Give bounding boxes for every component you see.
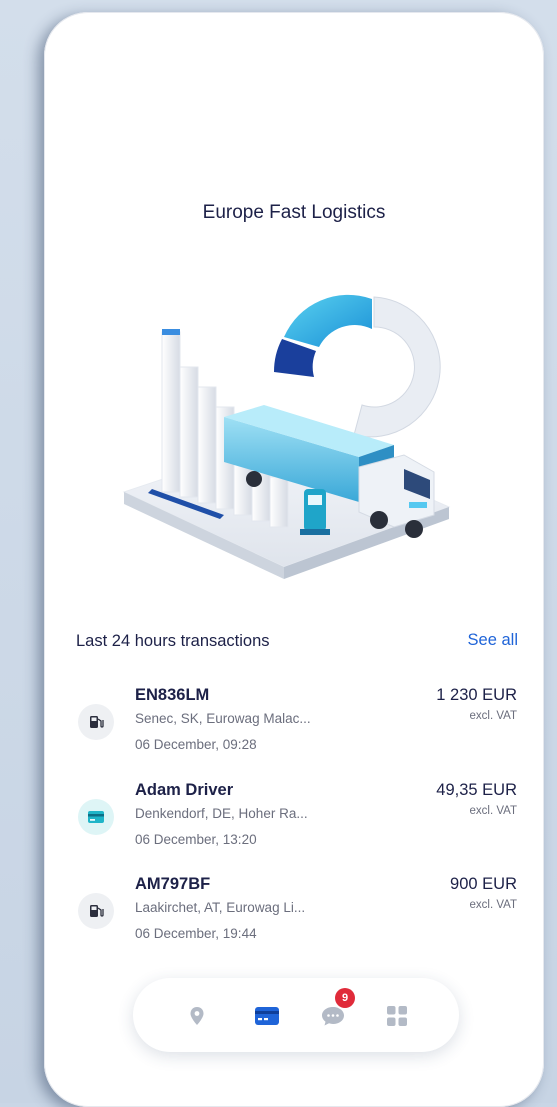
transaction-amount: 1 230 EUR <box>436 686 517 704</box>
see-all-link[interactable]: See all <box>468 631 518 650</box>
transactions-title: Last 24 hours transactions <box>76 632 270 650</box>
phone-screen: Europe Fast Logistics Last 24 hours tran… <box>44 12 544 1107</box>
transaction-name: Adam Driver <box>135 781 234 799</box>
transaction-amount: 900 EUR <box>450 875 517 893</box>
transaction-name: AM797BF <box>135 875 211 893</box>
nav-messages-button[interactable]: 9 <box>313 988 355 1036</box>
nav-more-button[interactable] <box>377 996 417 1036</box>
nav-map-button[interactable] <box>177 996 217 1036</box>
unread-badge: 9 <box>335 988 355 1008</box>
nav-transactions-button[interactable] <box>247 996 287 1036</box>
transaction-name: EN836LM <box>135 686 210 704</box>
transaction-location: Laakirchet, AT, Eurowag Li... <box>135 900 306 915</box>
transaction-location: Denkendorf, DE, Hoher Ra... <box>135 806 308 821</box>
transaction-date: 06 December, 09:28 <box>135 737 257 752</box>
transaction-vat-note: excl. VAT <box>469 710 518 722</box>
transaction-date: 06 December, 13:20 <box>135 832 257 847</box>
fuel-pump-icon <box>78 893 114 929</box>
card-icon <box>255 1007 279 1025</box>
fuel-pump-icon <box>78 704 114 740</box>
grid-icon <box>387 1006 407 1026</box>
card-icon <box>78 799 114 835</box>
transaction-vat-note: excl. VAT <box>469 899 518 911</box>
chat-icon <box>322 1007 344 1026</box>
transaction-vat-note: excl. VAT <box>469 805 518 817</box>
transaction-amount: 49,35 EUR <box>436 781 517 799</box>
transaction-date: 06 December, 19:44 <box>135 926 257 941</box>
transaction-item[interactable]: EN836LM Senec, SK, Eurowag Malac... 06 D… <box>44 686 544 766</box>
transaction-item[interactable]: Adam Driver Denkendorf, DE, Hoher Ra... … <box>44 781 544 861</box>
transaction-item[interactable]: AM797BF Laakirchet, AT, Eurowag Li... 06… <box>44 875 544 955</box>
bottom-nav-bar: 9 <box>133 978 459 1052</box>
location-pin-icon <box>190 1007 204 1025</box>
transaction-location: Senec, SK, Eurowag Malac... <box>135 711 311 726</box>
company-name: Europe Fast Logistics <box>202 202 386 223</box>
logistics-dashboard-illustration <box>122 294 451 579</box>
